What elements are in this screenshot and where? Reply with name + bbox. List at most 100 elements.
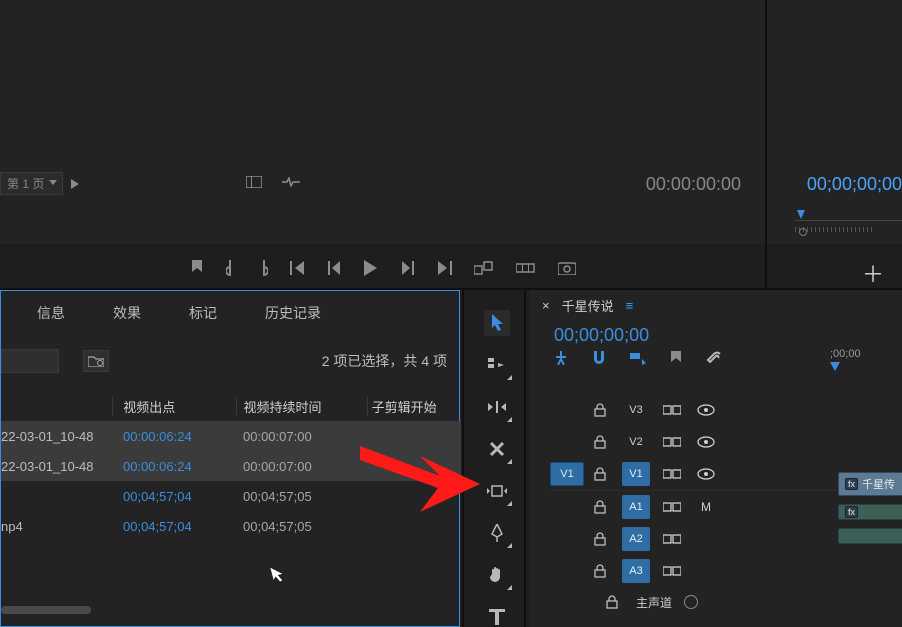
track-label[interactable]: A2 (622, 527, 650, 551)
timeline-ruler[interactable]: ;00;00 (830, 348, 902, 372)
audio-clip[interactable] (838, 528, 902, 544)
playhead-head-icon[interactable] (830, 362, 840, 371)
project-search-row: 2 项已选择，共 4 项 (1, 341, 461, 381)
add-button-icon[interactable]: ＋ (862, 257, 884, 289)
vertical-divider (765, 0, 767, 290)
zoom-handle-icon[interactable] (799, 228, 807, 236)
step-back-icon[interactable] (328, 261, 342, 275)
vertical-divider (524, 290, 526, 627)
track-v3[interactable]: V3 (550, 394, 902, 426)
track-label[interactable]: A3 (622, 559, 650, 583)
linked-selection-icon[interactable] (630, 351, 646, 365)
go-to-in-icon[interactable] (290, 261, 306, 275)
sync-lock-icon[interactable] (660, 433, 684, 451)
timeline-tabbar: × 千星传说 ≡ (530, 290, 902, 321)
mark-out-icon[interactable] (258, 260, 268, 276)
timeline-panel: × 千星传说 ≡ 00;00;00;00 ;00;00 V3 (530, 290, 902, 627)
track-v2[interactable]: V2 (550, 426, 902, 458)
new-bin-button[interactable] (83, 350, 109, 372)
sync-lock-icon[interactable] (660, 498, 684, 516)
ruler-ticks (795, 220, 902, 226)
tab-history[interactable]: 历史记录 (265, 303, 321, 323)
track-label[interactable]: V1 (622, 462, 650, 486)
sync-lock-icon[interactable] (660, 562, 684, 580)
video-frame-icon[interactable] (246, 176, 262, 188)
table-header: 视频出点 视频持续时间 子剪辑开始 (1, 391, 461, 421)
tools-panel (478, 310, 516, 627)
type-tool[interactable] (484, 604, 510, 627)
page-step-icon[interactable] (71, 179, 79, 189)
clip-marker-icon[interactable] (282, 177, 300, 187)
lock-icon[interactable] (594, 532, 612, 546)
eye-icon[interactable] (694, 401, 718, 419)
table-row[interactable]: 22-03-01_10-48 00:00:06:24 00:00:07:00 (1, 451, 461, 481)
mark-in-icon[interactable] (226, 260, 236, 276)
sync-lock-icon[interactable] (660, 530, 684, 548)
lock-icon[interactable] (606, 595, 624, 609)
col-subclip-start[interactable]: 子剪辑开始 (368, 397, 461, 416)
lock-icon[interactable] (594, 403, 612, 417)
lock-icon[interactable] (594, 564, 612, 578)
program-timecode: 00;00;00;00 (807, 174, 902, 195)
project-panel: 信息 效果 标记 历史记录 2 项已选择，共 4 项 视频出点 视频持续时间 子… (0, 290, 460, 627)
col-video-duration[interactable]: 视频持续时间 (237, 397, 366, 416)
col-video-out[interactable]: 视频出点 (113, 397, 236, 416)
go-to-out-icon[interactable] (436, 261, 452, 275)
mute-button[interactable]: M (694, 498, 718, 516)
app-root: 第 1 页 00:00:00:00 00;00;00;00 (0, 0, 902, 627)
horizontal-scrollbar[interactable] (1, 606, 91, 614)
tab-markers[interactable]: 标记 (189, 303, 217, 323)
source-monitor: 第 1 页 00:00:00:00 (0, 0, 765, 244)
selection-tool[interactable] (484, 310, 510, 336)
overwrite-icon[interactable] (516, 261, 536, 275)
track-label[interactable]: V2 (622, 436, 650, 448)
master-label: 主声道 (636, 594, 672, 611)
tab-info[interactable]: 信息 (37, 303, 65, 323)
source-patch-v1[interactable]: V1 (550, 462, 584, 486)
eye-icon[interactable] (694, 433, 718, 451)
timeline-timecode[interactable]: 00;00;00;00 (530, 321, 902, 348)
settings-icon[interactable] (706, 350, 722, 366)
magnet-icon[interactable] (592, 351, 606, 365)
track-a3[interactable]: A3 (550, 555, 902, 587)
eye-icon[interactable] (694, 465, 718, 483)
page-selector[interactable]: 第 1 页 (0, 172, 79, 195)
project-table: 视频出点 视频持续时间 子剪辑开始 22-03-01_10-48 00:00:0… (1, 391, 461, 541)
table-row[interactable]: 00;04;57;04 00;04;57;05 (1, 481, 461, 511)
insert-icon[interactable] (474, 261, 494, 275)
table-row[interactable]: np4 00;04;57;04 00;04;57;05 (1, 511, 461, 541)
track-label[interactable]: V3 (622, 404, 650, 416)
tab-effects[interactable]: 效果 (113, 303, 141, 323)
fx-badge: fx (845, 506, 858, 518)
step-forward-icon[interactable] (400, 261, 414, 275)
lock-icon[interactable] (594, 500, 612, 514)
snap-icon[interactable] (554, 351, 568, 365)
export-frame-icon[interactable] (558, 261, 576, 275)
timeline-clips: fx千星传 fx (838, 472, 902, 552)
vertical-divider (462, 290, 464, 627)
search-input[interactable] (1, 349, 59, 373)
track-label[interactable]: A1 (622, 495, 650, 519)
sync-lock-icon[interactable] (660, 465, 684, 483)
marker-icon[interactable] (670, 351, 682, 365)
lock-icon[interactable] (594, 435, 612, 449)
selection-status: 2 项已选择，共 4 项 (322, 351, 447, 371)
page-dropdown[interactable]: 第 1 页 (0, 172, 63, 195)
master-track[interactable]: 主声道 (550, 587, 902, 617)
playhead-icon[interactable] (797, 210, 805, 219)
transport-bar (0, 248, 765, 288)
sequence-title[interactable]: 千星传说 (562, 296, 614, 315)
lock-icon[interactable] (594, 467, 612, 481)
close-tab-icon[interactable]: × (542, 298, 550, 313)
panel-menu-icon[interactable]: ≡ (626, 298, 634, 313)
pan-knob[interactable] (684, 595, 698, 609)
video-clip[interactable]: fx千星传 (838, 472, 902, 496)
sync-lock-icon[interactable] (660, 401, 684, 419)
add-marker-icon[interactable] (190, 260, 204, 276)
play-icon[interactable] (364, 260, 378, 276)
audio-clip[interactable]: fx (838, 504, 902, 520)
program-ruler[interactable] (795, 210, 902, 234)
source-overlay-icons (246, 176, 300, 188)
project-bottom-bar (1, 594, 461, 614)
table-row[interactable]: 22-03-01_10-48 00:00:06:24 00:00:07:00 (1, 421, 461, 451)
